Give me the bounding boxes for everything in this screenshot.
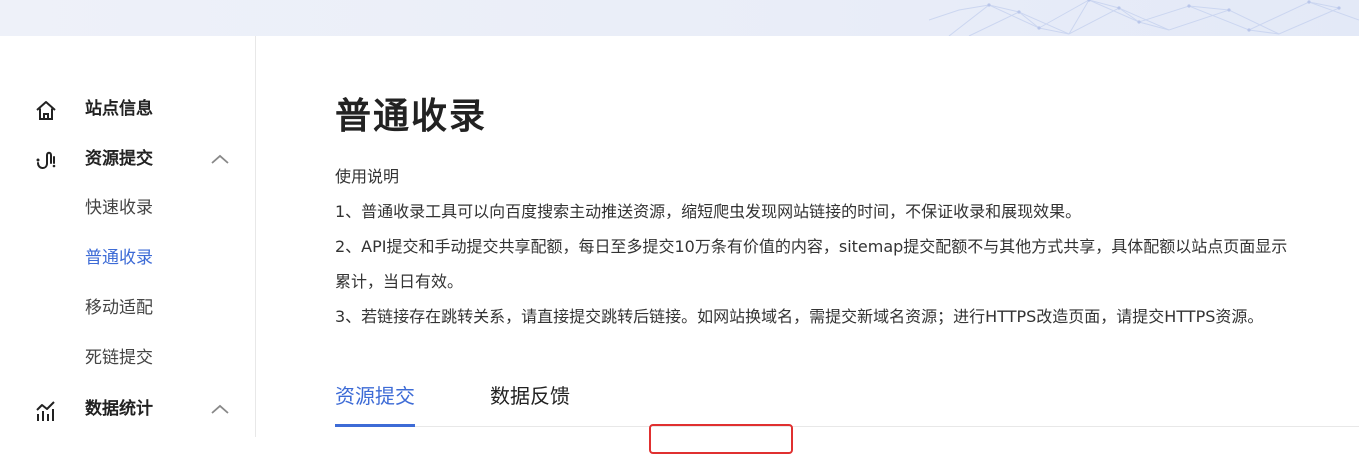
usage-line-2-cont: 累计，当日有效。 [335,272,464,291]
sidebar-item-quick-index[interactable]: 快速收录 [85,198,153,218]
chevron-up-icon[interactable] [210,151,230,167]
sidebar-group-resource-submit[interactable]: 资源提交 [0,141,256,177]
main-content: 普通收录 使用说明 1、普通收录工具可以向百度搜索主动推送资源，缩短爬虫发现网站… [256,36,1359,454]
network-pattern-decoration [929,0,1359,36]
sidebar-item-mobile-adapt[interactable]: 移动适配 [85,298,153,318]
usage-line-2: 2、API提交和手动提交共享配额，每日至多提交10万条有价值的内容，sitema… [335,237,1288,256]
home-icon [34,99,58,123]
top-banner [0,0,1359,36]
sidebar-item-label: 站点信息 [85,99,153,119]
sidebar-group-label: 数据统计 [85,399,153,419]
sidebar-group-data-stats[interactable]: 数据统计 [0,391,256,427]
chevron-up-icon[interactable] [210,401,230,417]
resource-submit-icon [34,149,58,173]
highlight-box [649,424,793,454]
sidebar-group-label: 资源提交 [85,149,153,169]
tab-data-feedback[interactable]: 数据反馈 [490,384,570,408]
usage-line-3: 3、若链接存在跳转关系，请直接提交跳转后链接。如网站换域名，需提交新域名资源；进… [335,307,1264,326]
sidebar-item-site-info[interactable]: 站点信息 [0,91,256,127]
usage-heading: 使用说明 [335,167,400,186]
usage-line-1: 1、普通收录工具可以向百度搜索主动推送资源，缩短爬虫发现网站链接的时间，不保证收… [335,202,1082,221]
sidebar-item-dead-link[interactable]: 死链提交 [85,348,153,368]
active-tab-indicator [335,424,415,427]
tab-resource-submit[interactable]: 资源提交 [335,384,415,408]
stats-icon [34,399,58,423]
sidebar-item-normal-index[interactable]: 普通收录 [85,248,153,268]
page-title: 普通收录 [335,96,488,137]
sidebar: 站点信息 资源提交 快速收录 普通收录 移动适配 死链提交 数据统计 [0,36,256,437]
tab-divider [335,426,1359,427]
